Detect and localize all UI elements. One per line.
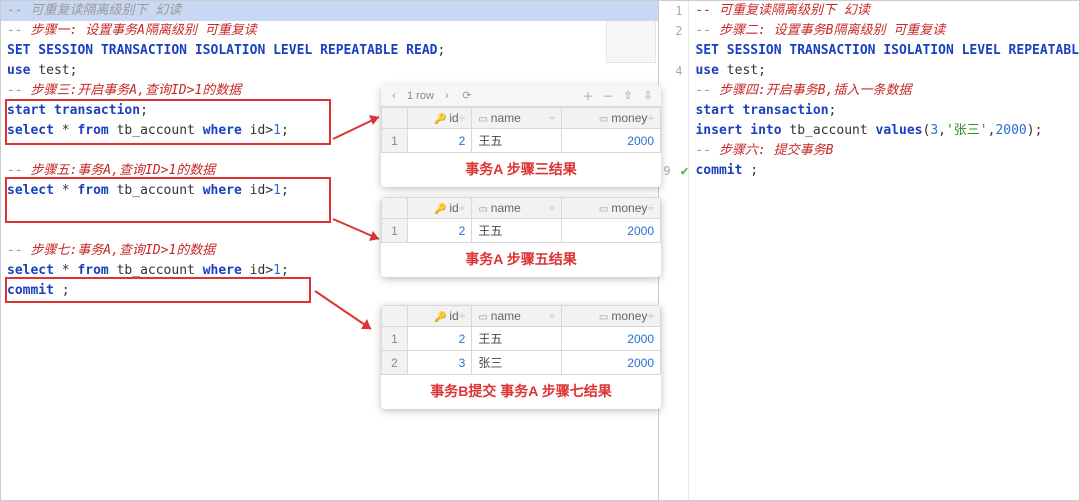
table-row: 1 2 王五 2000 [382,129,661,153]
col-money: ▭money÷ [562,198,661,219]
code-line[interactable]: -- 可重复读隔离级别下 幻读 [689,1,1079,21]
remove-row-icon[interactable]: － [601,89,615,103]
key-icon: 🔑 [434,204,446,215]
left-editor-pane: ✔ -- 可重复读隔离级别下 幻读 -- 步骤一: 设置事务A隔离级别 可重复读… [1,1,659,500]
code-line[interactable]: -- 步骤二: 设置事务B隔离级别 可重复读 [689,21,1079,41]
code-line[interactable]: SET SESSION TRANSACTION ISOLATION LEVEL … [689,41,1079,61]
line-number: 4 [659,64,688,78]
line-number: 1 [659,4,688,18]
right-editor-pane: -- 可重复读隔离级别下 幻读 -- 步骤二: 设置事务B隔离级别 可重复读 S… [689,1,1079,500]
table-row: 2 3 张三 2000 [382,351,661,375]
column-icon: ▭ [599,114,608,125]
table-row: 1 2 王五 2000 [382,327,661,351]
right-gutter: 1 2 4 9 ✔ [659,1,689,500]
col-name: ▭name÷ [472,108,562,129]
column-icon: ▭ [478,114,487,125]
line-number: 9 [659,164,676,178]
export-icon[interactable]: ⇩ [641,89,655,103]
code-line[interactable]: insert into tb_account values(3,'张三',200… [689,121,1079,141]
code-line[interactable]: commit ; [689,161,1079,181]
result-toolbar: ‹ 1 row › ⟳ ＋ － ⇧ ⇩ [381,85,661,107]
result-panel-3: 🔑id÷ ▭name÷ ▭money÷ 1 2 王五 2000 2 3 张三 2… [381,305,661,409]
result-caption: 事务A 步骤五结果 [381,243,661,277]
annotation-box [5,99,331,145]
code-line[interactable]: -- 可重复读隔离级别下 幻读 [1,1,658,21]
column-icon: ▭ [478,204,487,215]
refresh-icon[interactable]: ⟳ [460,89,474,103]
code-line[interactable]: SET SESSION TRANSACTION ISOLATION LEVEL … [1,41,658,61]
column-icon: ▭ [478,312,487,323]
key-icon: 🔑 [434,114,446,125]
code-line[interactable]: start transaction; [689,101,1079,121]
next-icon[interactable]: › [440,89,454,103]
code-line[interactable]: use test; [1,61,658,81]
result-table: 🔑id÷ ▭name÷ ▭money÷ 1 2 王五 2000 [381,107,661,153]
result-caption: 事务B提交 事务A 步骤七结果 [381,375,661,409]
result-panel-1: ‹ 1 row › ⟳ ＋ － ⇧ ⇩ 🔑id÷ ▭name÷ ▭money÷ … [381,85,661,187]
result-caption: 事务A 步骤三结果 [381,153,661,187]
code-line[interactable]: -- 步骤六: 提交事务B [689,141,1079,161]
result-table: 🔑id÷ ▭name÷ ▭money÷ 1 2 王五 2000 2 3 张三 2… [381,305,661,375]
column-icon: ▭ [599,312,608,323]
check-icon: ✔ [681,164,689,179]
table-row: 1 2 王五 2000 [382,219,661,243]
commit-icon[interactable]: ⇧ [621,89,635,103]
result-panel-2: 🔑id÷ ▭name÷ ▭money÷ 1 2 王五 2000 事务A 步骤五结… [381,197,661,277]
prev-icon[interactable]: ‹ [387,89,401,103]
col-id: 🔑id÷ [408,108,472,129]
col-id: 🔑id÷ [408,198,472,219]
col-money: ▭money÷ [562,108,661,129]
line-number: 2 [659,24,688,38]
col-name: ▭name÷ [472,198,562,219]
row-count: 1 row [407,90,434,102]
col-id: 🔑id÷ [408,306,472,327]
code-line[interactable]: -- 步骤一: 设置事务A隔离级别 可重复读 [1,21,658,41]
code-line[interactable]: use test; [689,61,1079,81]
col-money: ▭money÷ [562,306,661,327]
annotation-box [5,277,311,303]
key-icon: 🔑 [434,312,446,323]
column-icon: ▭ [599,204,608,215]
code-line[interactable]: -- 步骤四:开启事务B,插入一条数据 [689,81,1079,101]
add-row-icon[interactable]: ＋ [581,89,595,103]
result-table: 🔑id÷ ▭name÷ ▭money÷ 1 2 王五 2000 [381,197,661,243]
right-code[interactable]: -- 可重复读隔离级别下 幻读 -- 步骤二: 设置事务B隔离级别 可重复读 S… [689,1,1079,181]
col-name: ▭name÷ [472,306,562,327]
annotation-box [5,177,331,223]
